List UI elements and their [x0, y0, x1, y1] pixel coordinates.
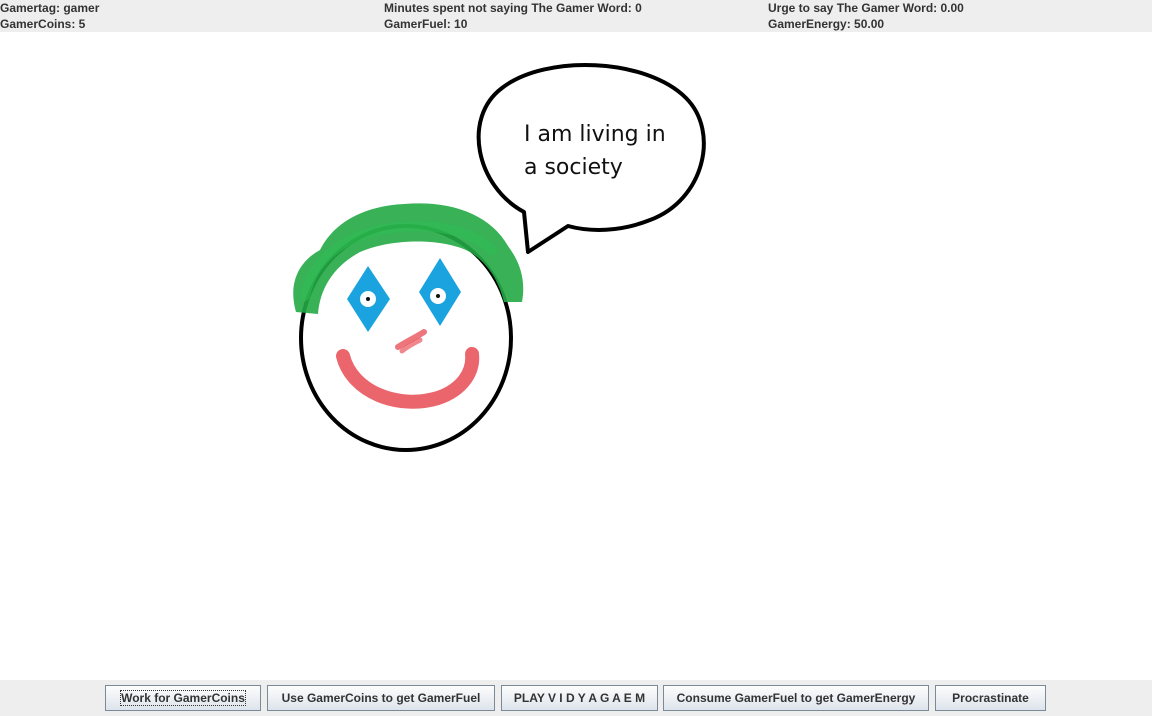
speech-text: I am living in a society	[524, 118, 694, 184]
minutes-label: Minutes spent not saying The Gamer Word:…	[384, 1, 642, 15]
gamercoins-label: GamerCoins: 5	[0, 17, 86, 31]
procrastinate-button[interactable]: Procrastinate	[935, 685, 1046, 711]
gamerenergy-label: GamerEnergy: 50.00	[768, 17, 885, 31]
work-button[interactable]: Work for GamerCoins	[105, 685, 261, 711]
work-button-label: Work for GamerCoins	[120, 690, 246, 706]
buy-fuel-button[interactable]: Use GamerCoins to get GamerFuel	[267, 685, 495, 711]
game-window: Gamertag: gamer GamerCoins: 5 Minutes sp…	[0, 0, 1152, 716]
speech-line-2: a society	[524, 155, 623, 180]
stats-panel: Gamertag: gamer GamerCoins: 5 Minutes sp…	[0, 0, 1152, 32]
play-button-label: PLAY V I D Y A G A E M	[513, 691, 646, 705]
consume-fuel-button[interactable]: Consume GamerFuel to get GamerEnergy	[663, 685, 929, 711]
action-bar: Work for GamerCoins Use GamerCoins to ge…	[0, 680, 1152, 716]
procrastinate-button-label: Procrastinate	[952, 691, 1029, 705]
speech-line-1: I am living in	[524, 122, 666, 147]
gamerfuel-label: GamerFuel: 10	[384, 17, 468, 31]
urge-label: Urge to say The Gamer Word: 0.00	[768, 1, 964, 15]
gamertag-label: Gamertag: gamer	[0, 1, 100, 15]
consume-fuel-button-label: Consume GamerFuel to get GamerEnergy	[676, 691, 916, 705]
buy-fuel-button-label: Use GamerCoins to get GamerFuel	[281, 691, 481, 705]
play-button[interactable]: PLAY V I D Y A G A E M	[501, 685, 658, 711]
